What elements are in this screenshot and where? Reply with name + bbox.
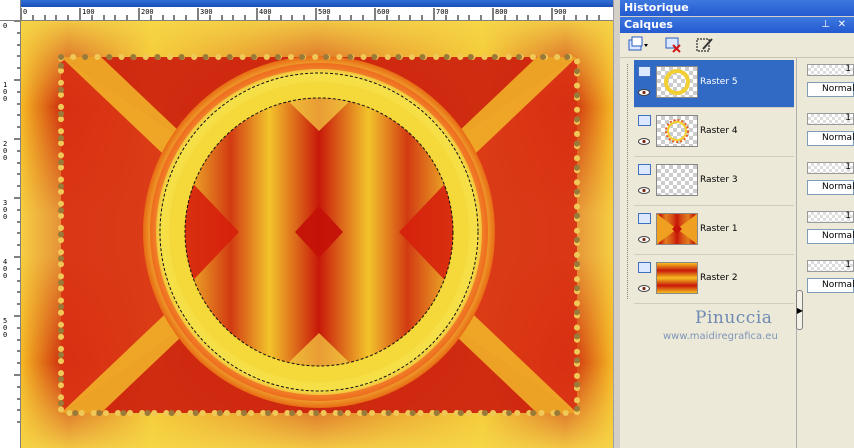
opacity-slider[interactable]: 1 (807, 113, 854, 125)
ruler-left: 0 1 0 0 2 0 0 3 0 0 4 0 0 5 0 0 (0, 20, 21, 448)
eye-icon[interactable] (638, 236, 650, 243)
gradient-thumb (656, 262, 698, 294)
opacity-value: 1 (845, 211, 851, 221)
historique-title: Historique (624, 1, 689, 14)
layer-type-icon (638, 164, 651, 175)
close-icon[interactable]: ✕ (838, 17, 846, 33)
ruler-top-label: 200 (141, 8, 154, 16)
layer-name: Raster 2 (700, 273, 738, 283)
layer-tree-line (627, 64, 629, 299)
opacity-slider[interactable]: 1 (807, 211, 854, 223)
calques-title: Calques (624, 18, 673, 31)
layer-type-icon (638, 115, 651, 126)
ruler-left-label: 5 0 0 (3, 317, 8, 339)
historique-panel-title[interactable]: Historique (620, 0, 854, 16)
blend-mode-select[interactable]: Normal (807, 82, 854, 97)
blend-mode-select[interactable]: Normal (807, 180, 854, 195)
ruler-left-label: 4 0 0 (3, 258, 8, 280)
ruler-left-label: 1 0 0 (3, 81, 8, 103)
layer-props-raster-1: 1 Normal (807, 207, 854, 245)
ruler-left-label: 3 0 0 (3, 199, 8, 221)
layer-row-raster-3[interactable]: Raster 3 (634, 158, 794, 206)
layer-type-icon (638, 66, 651, 77)
opacity-slider[interactable]: 1 (807, 64, 854, 76)
layer-row-raster-4[interactable]: Raster 4 (634, 109, 794, 157)
edit-selection-icon (696, 38, 713, 52)
eye-icon[interactable] (638, 285, 650, 292)
ruler-top-label: 800 (495, 8, 508, 16)
ruler-top: 0 100 200 300 400 500 600 700 800 900 (0, 0, 613, 21)
blend-mode-select[interactable]: Normal (807, 229, 854, 244)
delete-layer-icon (665, 37, 681, 53)
ruler-top-label: 700 (436, 8, 449, 16)
layer-name: Raster 1 (700, 224, 738, 234)
edit-selection-button[interactable] (694, 36, 716, 54)
layer-name: Raster 4 (700, 126, 738, 136)
ring-thumb (656, 66, 698, 98)
blend-mode-select[interactable]: Normal (807, 278, 854, 293)
ruler-left-label: 0 (3, 22, 8, 30)
layer-toolbar (620, 33, 854, 58)
watermark-url: www.maidiregrafica.eu (663, 331, 778, 342)
pin-icon[interactable]: ⊥ (821, 17, 830, 33)
opacity-slider[interactable]: 1 (807, 162, 854, 174)
layer-props-raster-5: 1 Normal (807, 60, 854, 98)
ruler-top-label: 600 (377, 8, 390, 16)
opacity-value: 1 (845, 260, 851, 270)
ruler-top-label: 0 (23, 8, 28, 16)
layer-props-raster-3: 1 Normal (807, 158, 854, 196)
new-layer-button[interactable] (626, 36, 648, 54)
delete-layer-button[interactable] (662, 36, 684, 54)
opacity-value: 1 (845, 64, 851, 74)
layer-row-raster-5[interactable]: Raster 5 (634, 60, 794, 108)
opacity-value: 1 (845, 113, 851, 123)
ruler-top-label: 900 (554, 8, 567, 16)
eye-icon[interactable] (638, 89, 650, 96)
dotted-ring-thumb (656, 115, 698, 147)
ruler-top-label: 300 (200, 8, 213, 16)
scroll-right-arrow-icon[interactable]: ▶ (796, 306, 804, 316)
ruler-left-label: 2 0 0 (3, 140, 8, 162)
layer-props-raster-2: 1 Normal (807, 256, 854, 294)
empty-thumb (656, 164, 698, 196)
watermark-title: Pinuccia (695, 308, 773, 328)
calques-panel-title[interactable]: Calques ⊥ ✕ (620, 17, 854, 33)
layer-type-icon (638, 213, 651, 224)
layer-row-raster-2[interactable]: Raster 2 (634, 256, 794, 304)
ruler-top-label: 500 (318, 8, 331, 16)
pattern-thumb (656, 213, 698, 245)
layer-row-raster-1[interactable]: Raster 1 (634, 207, 794, 255)
opacity-value: 1 (845, 162, 851, 172)
eye-icon[interactable] (638, 138, 650, 145)
layer-props-raster-4: 1 Normal (807, 109, 854, 147)
layer-type-icon (638, 262, 651, 273)
ruler-corner (0, 0, 21, 21)
ruler-top-label: 400 (259, 8, 272, 16)
new-layer-icon (628, 36, 648, 51)
blend-mode-select[interactable]: Normal (807, 131, 854, 146)
opacity-slider[interactable]: 1 (807, 260, 854, 272)
eye-icon[interactable] (638, 187, 650, 194)
layer-name: Raster 3 (700, 175, 738, 185)
image-canvas[interactable] (21, 21, 613, 448)
layer-list-scrollbar[interactable] (796, 58, 805, 448)
ruler-top-label: 100 (82, 8, 95, 16)
layer-name: Raster 5 (700, 77, 738, 87)
